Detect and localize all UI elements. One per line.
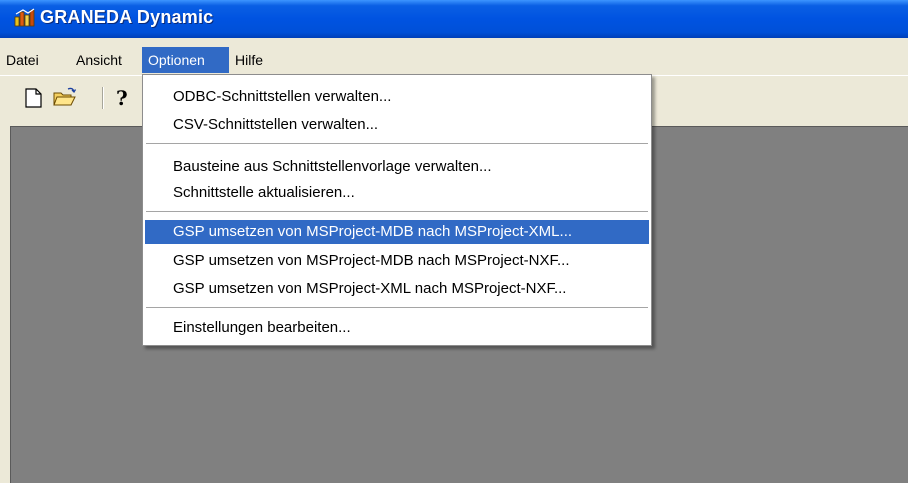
menu-item-gsp-mdb-to-nxf[interactable]: GSP umsetzen von MSProject-MDB nach MSPr… — [145, 249, 649, 273]
menu-hilfe[interactable]: Hilfe — [229, 47, 269, 73]
menu-optionen[interactable]: Optionen — [142, 47, 229, 73]
menu-datei[interactable]: Datei — [0, 47, 45, 73]
toolbar-separator — [102, 87, 104, 109]
menu-item-gsp-xml-to-nxf[interactable]: GSP umsetzen von MSProject-XML nach MSPr… — [145, 277, 649, 301]
menu-separator — [146, 143, 648, 144]
menu-bar: Datei Ansicht Optionen Hilfe — [0, 47, 908, 73]
help-icon: ? — [116, 86, 128, 110]
app-window: GRANEDA Dynamic Datei Ansicht Optionen H… — [0, 0, 908, 483]
open-folder-button[interactable] — [52, 85, 78, 111]
menu-separator — [146, 307, 648, 308]
help-button[interactable]: ? — [108, 85, 134, 111]
menu-ansicht[interactable]: Ansicht — [70, 47, 128, 73]
graneda-app-icon — [14, 8, 35, 27]
menu-item-einstellungen-bearbeiten[interactable]: Einstellungen bearbeiten... — [145, 316, 649, 340]
menu-item-odbc-schnittstellen[interactable]: ODBC-Schnittstellen verwalten... — [145, 85, 649, 109]
title-bar[interactable]: GRANEDA Dynamic — [0, 0, 908, 38]
new-document-icon — [25, 88, 42, 108]
menu-item-csv-schnittstellen[interactable]: CSV-Schnittstellen verwalten... — [145, 113, 649, 137]
optionen-dropdown-menu: ODBC-Schnittstellen verwalten... CSV-Sch… — [142, 74, 652, 346]
svg-text:?: ? — [116, 86, 128, 110]
menu-item-gsp-mdb-to-xml[interactable]: GSP umsetzen von MSProject-MDB nach MSPr… — [145, 220, 649, 244]
window-title: GRANEDA Dynamic — [40, 7, 214, 27]
menu-item-bausteine-verwalten[interactable]: Bausteine aus Schnittstellenvorlage verw… — [145, 155, 649, 179]
open-folder-icon — [53, 87, 77, 106]
menu-item-schnittstelle-aktualisieren[interactable]: Schnittstelle aktualisieren... — [145, 181, 649, 205]
menu-separator — [146, 211, 648, 212]
new-document-button[interactable] — [20, 85, 46, 111]
